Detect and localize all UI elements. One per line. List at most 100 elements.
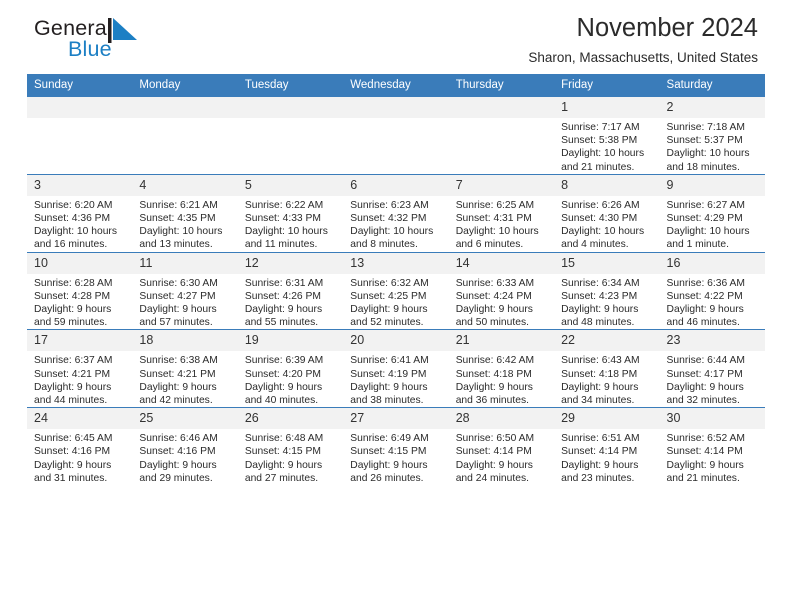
page-header: General Blue November 2024 Sharon, Massa… — [27, 0, 765, 74]
sunset-time: Sunset: 4:33 PM — [244, 213, 321, 225]
calendar-day-cell[interactable]: 30 Sunrise: 6:52 AM Sunset: 4:14 PM Dayligh… — [659, 407, 765, 486]
day-number: 6 — [343, 174, 449, 196]
day-details: Sunrise: 6:20 AM Sunset: 4:36 PM Daylight:… — [27, 196, 132, 252]
sunrise-time: Sunrise: 6:36 AM — [666, 277, 745, 289]
calendar-day-cell[interactable]: 9 Sunrise: 6:27 AM Sunset: 4:29 PM Daylight… — [659, 173, 765, 253]
sunrise-time: Sunrise: 6:34 AM — [561, 277, 640, 289]
day-number: 15 — [554, 252, 660, 274]
calendar-day-cell[interactable]: 25 Sunrise: 6:46 AM Sunset: 4:16 PM Dayligh… — [132, 407, 238, 486]
sunrise-time: Sunrise: 6:52 AM — [666, 433, 745, 445]
daylight-duration-line1: Daylight: 9 hours — [139, 459, 217, 471]
day-details: Sunrise: 6:36 AM Sunset: 4:22 PM Daylight:… — [660, 274, 765, 330]
calendar-day-cell[interactable]: 23 Sunrise: 6:44 AM Sunset: 4:17 PM Dayligh… — [659, 329, 765, 408]
daylight-duration-line2: and 46 minutes. — [666, 317, 740, 329]
daylight-duration-line1: Daylight: 10 hours — [561, 148, 645, 160]
sunset-time: Sunset: 4:27 PM — [139, 290, 216, 302]
calendar-day-cell[interactable]: 10 Sunrise: 6:28 AM Sunset: 4:28 PM Dayligh… — [27, 251, 133, 330]
day-details: Sunrise: 6:43 AM Sunset: 4:18 PM Daylight:… — [554, 351, 659, 407]
column-header-monday: Monday — [132, 74, 238, 97]
sunset-time: Sunset: 4:16 PM — [34, 446, 111, 458]
calendar-day-cell[interactable]: 17 Sunrise: 6:37 AM Sunset: 4:21 PM Dayligh… — [27, 329, 133, 408]
column-header-wednesday: Wednesday — [343, 74, 449, 97]
calendar-day-cell[interactable]: 29 Sunrise: 6:51 AM Sunset: 4:14 PM Dayligh… — [554, 407, 660, 486]
day-number: 19 — [237, 330, 344, 352]
calendar-day-cell[interactable]: 21 Sunrise: 6:42 AM Sunset: 4:18 PM Dayligh… — [448, 329, 555, 408]
calendar-day-cell[interactable]: 20 Sunrise: 6:41 AM Sunset: 4:19 PM Dayligh… — [343, 329, 449, 408]
daylight-duration-line2: and 34 minutes. — [561, 395, 635, 407]
day-number: 24 — [27, 408, 133, 430]
day-details: Sunrise: 6:32 AM Sunset: 4:25 PM Daylight:… — [343, 274, 448, 330]
day-details: Sunrise: 6:31 AM Sunset: 4:26 PM Daylight:… — [238, 274, 343, 330]
brand-name-blue: Blue — [68, 37, 112, 61]
daylight-duration-line2: and 24 minutes. — [455, 472, 529, 484]
daylight-duration-line2: and 52 minutes. — [350, 317, 424, 329]
calendar-day-cell[interactable]: 1 Sunrise: 7:17 AM Sunset: 5:38 PM Daylight… — [554, 96, 660, 175]
day-details: Sunrise: 6:39 AM Sunset: 4:20 PM Daylight:… — [238, 351, 343, 407]
calendar-day-cell[interactable]: 5 Sunrise: 6:22 AM Sunset: 4:33 PM Daylight… — [237, 173, 344, 253]
daylight-duration-line2: and 11 minutes. — [244, 239, 318, 251]
sunrise-time: Sunrise: 6:21 AM — [139, 199, 218, 211]
calendar-day-cell[interactable]: 3 Sunrise: 6:20 AM Sunset: 4:36 PM Daylight… — [27, 173, 133, 253]
daylight-duration-line2: and 16 minutes. — [34, 239, 108, 251]
sunrise-time: Sunrise: 6:27 AM — [666, 199, 745, 211]
day-number: 27 — [343, 408, 449, 430]
calendar-day-cell[interactable]: 11 Sunrise: 6:30 AM Sunset: 4:27 PM Dayligh… — [132, 251, 238, 330]
day-details: Sunrise: 6:44 AM Sunset: 4:17 PM Daylight:… — [660, 351, 765, 407]
sunrise-time: Sunrise: 6:46 AM — [139, 433, 218, 445]
day-details: Sunrise: 6:21 AM Sunset: 4:35 PM Daylight:… — [132, 196, 237, 252]
daylight-duration-line1: Daylight: 9 hours — [34, 304, 112, 316]
calendar-day-cell[interactable]: 4 Sunrise: 6:21 AM Sunset: 4:35 PM Daylight… — [132, 173, 238, 253]
daylight-duration-line2: and 44 minutes. — [34, 395, 108, 407]
day-details: Sunrise: 6:26 AM Sunset: 4:30 PM Daylight:… — [554, 196, 659, 252]
day-number: 26 — [237, 408, 344, 430]
day-number — [448, 97, 555, 118]
calendar-day-cell[interactable]: 12 Sunrise: 6:31 AM Sunset: 4:26 PM Dayligh… — [237, 251, 344, 330]
daylight-duration-line2: and 21 minutes. — [666, 472, 740, 484]
day-details: Sunrise: 6:52 AM Sunset: 4:14 PM Daylight:… — [660, 429, 765, 485]
calendar-day-cell[interactable]: 13 Sunrise: 6:32 AM Sunset: 4:25 PM Dayligh… — [343, 251, 449, 330]
calendar-day-cell[interactable]: 8 Sunrise: 6:26 AM Sunset: 4:30 PM Daylight… — [554, 173, 660, 253]
calendar-day-cell[interactable]: 15 Sunrise: 6:34 AM Sunset: 4:23 PM Dayligh… — [554, 251, 660, 330]
daylight-duration-line1: Daylight: 9 hours — [666, 381, 744, 393]
sunset-time: Sunset: 4:24 PM — [455, 290, 532, 302]
daylight-duration-line1: Daylight: 9 hours — [666, 459, 744, 471]
calendar-week-row: 3 Sunrise: 6:20 AM Sunset: 4:36 PM Daylight… — [27, 173, 765, 253]
sunset-time: Sunset: 5:38 PM — [561, 135, 638, 147]
sunset-time: Sunset: 4:20 PM — [244, 368, 321, 380]
daylight-duration-line2: and 48 minutes. — [561, 317, 635, 329]
calendar-day-cell[interactable]: 14 Sunrise: 6:33 AM Sunset: 4:24 PM Dayligh… — [448, 251, 555, 330]
daylight-duration-line1: Daylight: 9 hours — [561, 304, 639, 316]
daylight-duration-line2: and 1 minute. — [666, 239, 729, 251]
calendar-day-cell[interactable]: 6 Sunrise: 6:23 AM Sunset: 4:32 PM Daylight… — [343, 173, 449, 253]
daylight-duration-line2: and 18 minutes. — [666, 161, 740, 173]
day-number: 17 — [27, 330, 133, 352]
day-number: 22 — [554, 330, 660, 352]
day-details: Sunrise: 7:17 AM Sunset: 5:38 PM Daylight:… — [554, 118, 659, 174]
daylight-duration-line2: and 4 minutes. — [561, 239, 629, 251]
sunset-time: Sunset: 4:30 PM — [561, 213, 638, 225]
calendar-day-cell[interactable]: 24 Sunrise: 6:45 AM Sunset: 4:16 PM Dayligh… — [27, 407, 133, 486]
calendar-day-cell[interactable]: 18 Sunrise: 6:38 AM Sunset: 4:21 PM Dayligh… — [132, 329, 238, 408]
calendar-day-cell[interactable]: 27 Sunrise: 6:49 AM Sunset: 4:15 PM Dayligh… — [343, 407, 449, 486]
calendar-day-cell[interactable]: 2 Sunrise: 7:18 AM Sunset: 5:37 PM Daylight… — [659, 96, 765, 175]
column-header-friday: Friday — [554, 74, 660, 97]
day-number: 7 — [448, 174, 555, 196]
daylight-duration-line1: Daylight: 9 hours — [455, 459, 533, 471]
day-number: 10 — [27, 252, 133, 274]
title-block: November 2024 Sharon, Massachusetts, Uni… — [528, 12, 758, 67]
calendar-day-cell[interactable]: 19 Sunrise: 6:39 AM Sunset: 4:20 PM Dayligh… — [237, 329, 344, 408]
sunset-time: Sunset: 4:25 PM — [350, 290, 427, 302]
calendar-week-row: 17 Sunrise: 6:37 AM Sunset: 4:21 PM Dayligh… — [27, 329, 765, 408]
calendar-day-cell[interactable]: 22 Sunrise: 6:43 AM Sunset: 4:18 PM Dayligh… — [554, 329, 660, 408]
brand-logo[interactable]: General Blue — [34, 16, 234, 72]
daylight-duration-line1: Daylight: 10 hours — [666, 226, 750, 238]
calendar-day-cell[interactable]: 7 Sunrise: 6:25 AM Sunset: 4:31 PM Daylight… — [448, 173, 555, 253]
day-details: Sunrise: 6:48 AM Sunset: 4:15 PM Daylight:… — [238, 429, 343, 485]
day-number — [132, 97, 238, 118]
calendar-day-cell[interactable]: 26 Sunrise: 6:48 AM Sunset: 4:15 PM Dayligh… — [237, 407, 344, 486]
sunrise-time: Sunrise: 6:22 AM — [244, 199, 324, 211]
calendar-day-cell[interactable]: 16 Sunrise: 6:36 AM Sunset: 4:22 PM Dayligh… — [659, 251, 765, 330]
sunrise-time: Sunrise: 6:28 AM — [34, 277, 113, 289]
day-details: Sunrise: 6:41 AM Sunset: 4:19 PM Daylight:… — [343, 351, 448, 407]
calendar-day-cell[interactable]: 28 Sunrise: 6:50 AM Sunset: 4:14 PM Dayligh… — [448, 407, 555, 486]
